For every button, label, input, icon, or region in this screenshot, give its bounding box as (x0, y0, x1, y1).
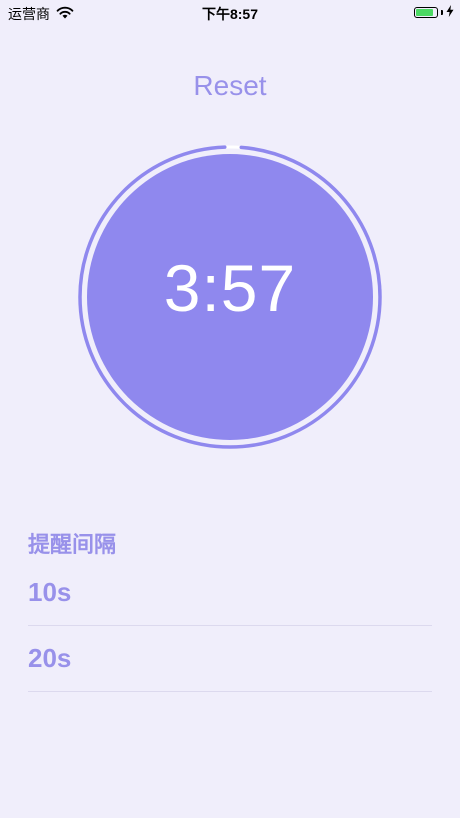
interval-option-20s[interactable]: 20s (28, 626, 432, 692)
interval-option-label: 20s (28, 643, 72, 673)
interval-section-title: 提醒间隔 (28, 532, 117, 557)
timer-circle[interactable]: 3:57 (78, 145, 382, 449)
timer-display: 3:57 (163, 251, 297, 325)
battery-icon (414, 6, 438, 18)
status-right (414, 4, 454, 20)
battery-fill (416, 8, 433, 16)
status-bar: 运营商 下午8:57 (0, 0, 460, 24)
battery-tip (441, 9, 443, 15)
reset-button[interactable]: Reset (0, 70, 460, 102)
interval-option-10s[interactable]: 10s (28, 560, 432, 626)
status-time: 下午8:57 (201, 6, 259, 22)
interval-list: 10s 20s (28, 560, 432, 692)
interval-option-label: 10s (28, 577, 72, 607)
charging-icon (446, 4, 454, 20)
